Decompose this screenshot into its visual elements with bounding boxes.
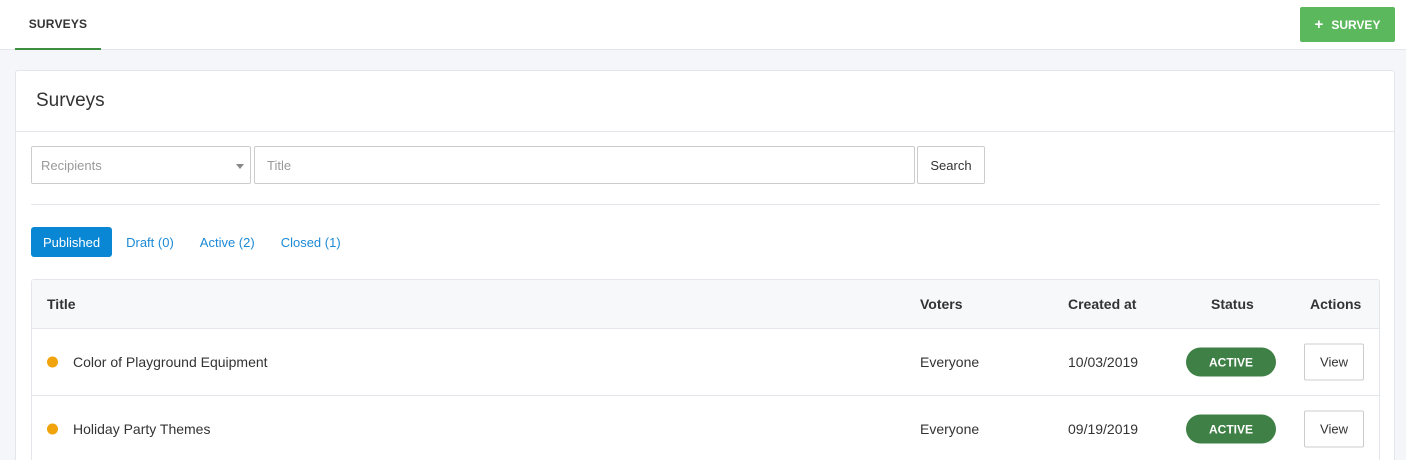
title-search-input[interactable] xyxy=(254,146,915,184)
survey-created-at: 10/03/2019 xyxy=(1068,354,1139,370)
divider xyxy=(31,204,1380,205)
column-header-actions: Actions xyxy=(1310,296,1362,312)
surveys-card: Surveys Recipients Search Published Draf… xyxy=(15,70,1395,460)
surveys-table: Title Voters Created at Status Actions C… xyxy=(31,279,1380,460)
survey-voters: Everyone xyxy=(920,421,980,437)
page-title: Surveys xyxy=(36,90,105,111)
chevron-down-icon xyxy=(236,164,244,169)
add-survey-button[interactable]: + SURVEY xyxy=(1300,7,1395,42)
table-row: Holiday Party Themes Everyone 09/19/2019… xyxy=(32,396,1379,460)
search-button-label: Search xyxy=(930,157,972,173)
view-button[interactable]: View xyxy=(1304,410,1364,448)
survey-title: Holiday Party Themes xyxy=(73,421,211,437)
tab-active-label: Active (2) xyxy=(199,234,255,250)
tab-active[interactable]: Active (2) xyxy=(188,227,267,257)
tab-closed[interactable]: Closed (1) xyxy=(269,227,353,257)
status-badge: ACTIVE xyxy=(1186,347,1276,377)
tab-draft[interactable]: Draft (0) xyxy=(114,227,186,257)
plus-icon: + xyxy=(1314,16,1324,33)
status-dot-icon xyxy=(47,423,58,435)
status-filter-tabs: Published Draft (0) Active (2) Closed (1… xyxy=(31,227,355,257)
status-dot-icon xyxy=(47,356,58,368)
tab-published[interactable]: Published xyxy=(31,227,113,257)
top-bar: SURVEYS + SURVEY xyxy=(0,0,1406,50)
column-header-created-at[interactable]: Created at xyxy=(1068,296,1136,312)
view-button-label: View xyxy=(1320,421,1348,437)
table-row: Color of Playground Equipment Everyone 1… xyxy=(32,329,1379,396)
survey-title: Color of Playground Equipment xyxy=(73,354,268,370)
table-header: Title Voters Created at Status Actions xyxy=(32,280,1379,329)
tab-draft-label: Draft (0) xyxy=(126,234,174,250)
recipients-placeholder: Recipients xyxy=(41,157,102,173)
search-button[interactable]: Search xyxy=(917,146,985,184)
add-survey-label: SURVEY xyxy=(1331,17,1381,32)
column-header-title[interactable]: Title xyxy=(47,296,76,312)
survey-voters: Everyone xyxy=(920,354,980,370)
view-button-label: View xyxy=(1320,354,1348,370)
tab-surveys[interactable]: SURVEYS xyxy=(15,0,101,50)
view-button[interactable]: View xyxy=(1304,343,1364,381)
recipients-select[interactable]: Recipients xyxy=(31,146,251,184)
survey-created-at: 09/19/2019 xyxy=(1068,421,1139,437)
status-badge: ACTIVE xyxy=(1186,414,1276,444)
tab-published-label: Published xyxy=(43,234,101,250)
column-header-status[interactable]: Status xyxy=(1211,296,1254,312)
tab-closed-label: Closed (1) xyxy=(280,234,341,250)
column-header-voters[interactable]: Voters xyxy=(920,296,963,312)
card-header: Surveys xyxy=(16,71,1394,132)
tab-surveys-label: SURVEYS xyxy=(28,17,88,31)
